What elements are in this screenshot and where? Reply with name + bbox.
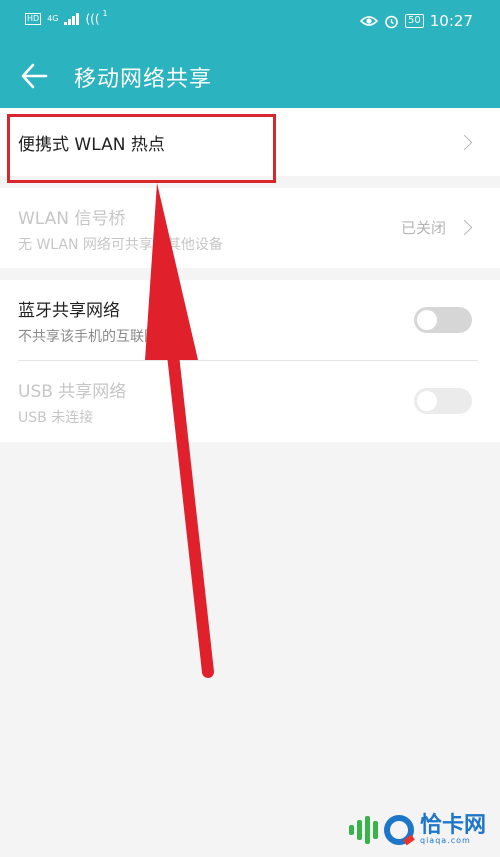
annotation-arrow-icon — [145, 183, 214, 678]
watermark-url: qiaqa.com — [419, 836, 471, 845]
watermark-text: 恰卡网 qiaqa.com — [420, 815, 486, 845]
watermark-logo: 恰卡网 qiaqa.com — [348, 815, 486, 845]
watermark-brand: 恰卡网 — [419, 813, 486, 838]
logo-circle-icon — [383, 815, 414, 845]
logo-bars-icon — [348, 816, 378, 844]
